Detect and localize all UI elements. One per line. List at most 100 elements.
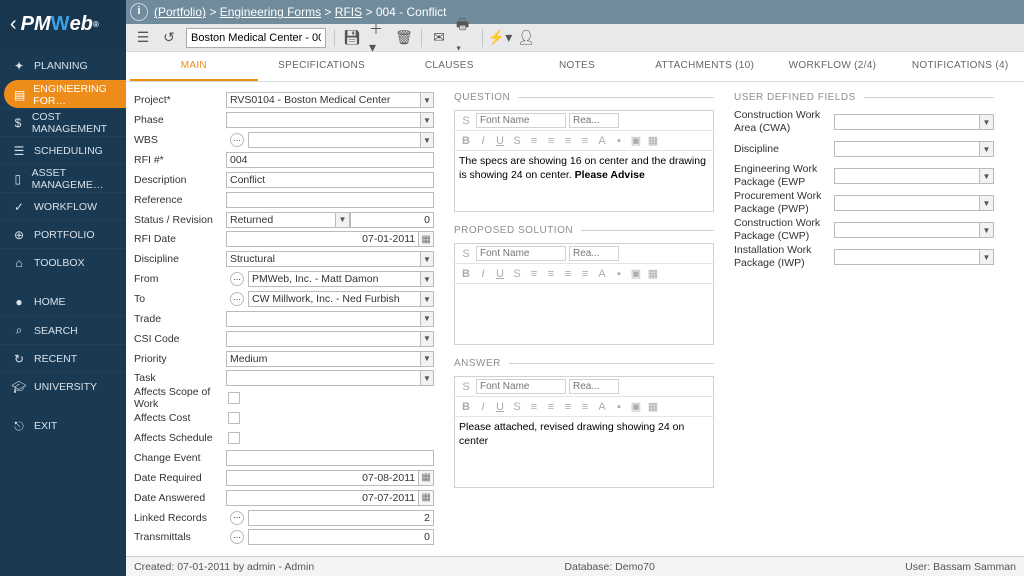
underline-icon[interactable]: U <box>493 268 507 280</box>
tab-workflow[interactable]: WORKFLOW (2/4) <box>769 52 897 81</box>
tab-specifications[interactable]: SPECIFICATIONS <box>258 52 386 81</box>
align-justify-icon[interactable]: ≡ <box>578 135 592 147</box>
image-icon[interactable]: ▣ <box>629 134 643 147</box>
date-answered-input[interactable] <box>226 490 419 506</box>
bold-icon[interactable]: B <box>459 135 473 147</box>
align-left-icon[interactable]: ≡ <box>527 268 541 280</box>
align-left-icon[interactable]: ≡ <box>527 135 541 147</box>
transmittals-more[interactable]: ⋯ <box>230 530 244 544</box>
italic-icon[interactable]: I <box>476 135 490 147</box>
transmittals-input[interactable] <box>248 529 434 545</box>
from-select[interactable] <box>248 271 421 287</box>
calendar-icon[interactable]: ▦ <box>419 470 434 486</box>
tab-notes[interactable]: NOTES <box>513 52 641 81</box>
underline-icon[interactable]: U <box>493 135 507 147</box>
dropdown-icon[interactable]: ▼ <box>421 92 434 108</box>
sidebar-item-portfolio[interactable]: ⊕PORTFOLIO <box>0 220 126 248</box>
image-icon[interactable]: ▣ <box>629 400 643 413</box>
phase-select[interactable] <box>226 112 421 128</box>
align-right-icon[interactable]: ≡ <box>561 135 575 147</box>
sidebar-item-home[interactable]: ●HOME <box>0 288 126 316</box>
record-select[interactable] <box>186 28 326 48</box>
sidebar-item-engineering[interactable]: ▤ENGINEERING FOR… <box>4 80 126 108</box>
wbs-more[interactable]: ⋯ <box>230 133 244 147</box>
bg-color-icon[interactable]: ▪ <box>612 268 626 280</box>
person-icon[interactable]: 👤︎ <box>517 29 535 47</box>
priority-select[interactable] <box>226 351 421 367</box>
cwp-select[interactable] <box>834 222 980 238</box>
table-icon[interactable]: ▦ <box>646 400 660 413</box>
answer-body[interactable]: Please attached, revised drawing showing… <box>455 417 713 487</box>
discipline-select[interactable] <box>226 251 421 267</box>
pwp-select[interactable] <box>834 195 980 211</box>
strike-icon[interactable]: S <box>459 248 473 260</box>
strike-icon[interactable]: S <box>510 135 524 147</box>
delete-icon[interactable]: 🗑︎ <box>395 29 413 47</box>
change-event-input[interactable] <box>226 450 434 466</box>
dropdown-icon[interactable]: ▼ <box>421 112 434 128</box>
acost-checkbox[interactable] <box>228 412 240 424</box>
linked-input[interactable] <box>248 510 434 526</box>
strike-icon[interactable]: S <box>459 115 473 127</box>
trade-select[interactable] <box>226 311 421 327</box>
from-more[interactable]: ⋯ <box>230 272 244 286</box>
project-select[interactable] <box>226 92 421 108</box>
date-required-input[interactable] <box>226 470 419 486</box>
dropdown-icon[interactable]: ▼ <box>980 114 994 130</box>
proposed-body[interactable] <box>455 284 713 344</box>
align-right-icon[interactable]: ≡ <box>561 401 575 413</box>
wbs-select[interactable] <box>248 132 421 148</box>
calendar-icon[interactable]: ▦ <box>419 231 434 247</box>
dropdown-icon[interactable]: ▼ <box>980 222 994 238</box>
add-icon[interactable]: ＋▾ <box>369 29 387 47</box>
font-color-icon[interactable]: A <box>595 135 609 147</box>
sidebar-item-toolbox[interactable]: ⌂TOOLBOX <box>0 248 126 276</box>
font-color-icon[interactable]: A <box>595 268 609 280</box>
align-center-icon[interactable]: ≡ <box>544 268 558 280</box>
italic-icon[interactable]: I <box>476 401 490 413</box>
status-select[interactable] <box>226 212 336 228</box>
strike-icon[interactable]: S <box>510 401 524 413</box>
calendar-icon[interactable]: ▦ <box>419 490 434 506</box>
sidebar-item-university[interactable]: 🎓︎UNIVERSITY <box>0 372 126 400</box>
history-icon[interactable]: ↺ <box>160 29 178 47</box>
font-name-select[interactable] <box>476 113 566 128</box>
mail-icon[interactable]: ✉ <box>430 29 448 47</box>
dropdown-icon[interactable]: ▼ <box>980 141 994 157</box>
bg-color-icon[interactable]: ▪ <box>612 135 626 147</box>
question-body[interactable]: The specs are showing 16 on center and t… <box>455 151 713 211</box>
bg-color-icon[interactable]: ▪ <box>612 401 626 413</box>
dropdown-icon[interactable]: ▼ <box>421 351 434 367</box>
iwp-select[interactable] <box>834 249 980 265</box>
udf-discipline-select[interactable] <box>834 141 980 157</box>
sidebar-item-search[interactable]: ⌕SEARCH <box>0 316 126 344</box>
rfi-input[interactable] <box>226 152 434 168</box>
align-center-icon[interactable]: ≡ <box>544 401 558 413</box>
italic-icon[interactable]: I <box>476 268 490 280</box>
font-size-select[interactable] <box>569 379 619 394</box>
strike-icon[interactable]: S <box>510 268 524 280</box>
dropdown-icon[interactable]: ▼ <box>421 291 434 307</box>
strike-icon[interactable]: S <box>459 381 473 393</box>
sidebar-item-exit[interactable]: ⎋EXIT <box>0 412 126 440</box>
bold-icon[interactable]: B <box>459 401 473 413</box>
align-left-icon[interactable]: ≡ <box>527 401 541 413</box>
align-justify-icon[interactable]: ≡ <box>578 268 592 280</box>
print-icon[interactable]: 🖶︎▾ <box>456 29 474 47</box>
breadcrumb-l1[interactable]: Engineering Forms <box>220 5 321 19</box>
dropdown-icon[interactable]: ▼ <box>421 132 434 148</box>
sidebar-item-workflow[interactable]: ✓WORKFLOW <box>0 192 126 220</box>
sidebar-item-asset[interactable]: ▯ASSET MANAGEME… <box>0 164 126 192</box>
dropdown-icon[interactable]: ▼ <box>421 370 434 386</box>
sidebar-item-scheduling[interactable]: ☰SCHEDULING <box>0 136 126 164</box>
tab-attachments[interactable]: ATTACHMENTS (10) <box>641 52 769 81</box>
dropdown-icon[interactable]: ▼ <box>980 168 994 184</box>
dropdown-icon[interactable]: ▼ <box>421 251 434 267</box>
align-right-icon[interactable]: ≡ <box>561 268 575 280</box>
breadcrumb-l2[interactable]: RFIS <box>335 5 362 19</box>
tab-notifications[interactable]: NOTIFICATIONS (4) <box>896 52 1024 81</box>
csi-select[interactable] <box>226 331 421 347</box>
task-select[interactable] <box>226 370 421 386</box>
info-icon[interactable]: i <box>130 3 148 21</box>
dropdown-icon[interactable]: ▼ <box>421 311 434 327</box>
